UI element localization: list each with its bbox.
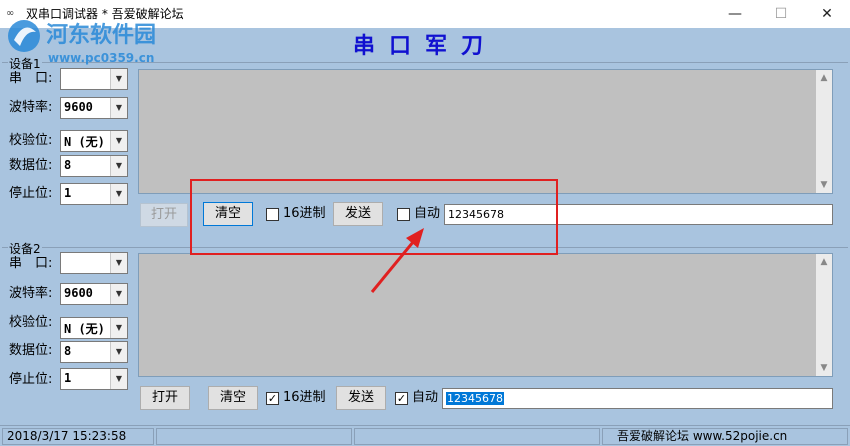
group-border-device1: [2, 62, 848, 63]
device2-hex-label: 16进制: [283, 390, 326, 405]
stopbits-label: 停止位:: [9, 372, 53, 387]
scroll-up-icon[interactable]: ▲: [816, 70, 832, 86]
device1-receive-area[interactable]: ▲ ▼: [138, 69, 833, 194]
select-value: 8: [64, 158, 72, 172]
checkmark-icon: ✓: [396, 392, 407, 405]
port-label: 串 口:: [9, 256, 53, 271]
chevron-down-icon: ▼: [110, 369, 127, 389]
device2-parity-select[interactable]: N (无) ▼: [60, 317, 128, 339]
select-value: 9600: [64, 286, 93, 300]
annotation-highlight-box: [190, 179, 558, 255]
device1-parity-select[interactable]: N (无) ▼: [60, 130, 128, 152]
port-label: 串 口:: [9, 71, 53, 86]
device1-open-button[interactable]: 打开: [140, 203, 188, 227]
scroll-down-icon[interactable]: ▼: [816, 177, 832, 193]
stopbits-label: 停止位:: [9, 186, 53, 201]
baud-label: 波特率:: [9, 286, 53, 301]
device1-stopbits-select[interactable]: 1 ▼: [60, 183, 128, 205]
device2-port-select[interactable]: ▼: [60, 252, 128, 274]
databits-label: 数据位:: [9, 158, 53, 173]
app-icon: ∞: [6, 8, 15, 19]
databits-label: 数据位:: [9, 343, 53, 358]
device2-baud-select[interactable]: 9600 ▼: [60, 283, 128, 305]
status-cell-empty: [156, 428, 352, 445]
device1-port-select[interactable]: ▼: [60, 68, 128, 90]
device2-send-input[interactable]: 12345678: [442, 388, 833, 409]
parity-label: 校验位:: [9, 315, 53, 330]
device2-stopbits-select[interactable]: 1 ▼: [60, 368, 128, 390]
status-credit: 吾爱破解论坛 www.52pojie.cn: [602, 428, 848, 445]
scroll-down-icon[interactable]: ▼: [816, 360, 832, 376]
chevron-down-icon: ▼: [110, 131, 127, 151]
device2-receive-area[interactable]: ▲ ▼: [138, 253, 833, 377]
chevron-down-icon: ▼: [110, 318, 127, 338]
status-datetime: 2018/3/17 15:23:58: [2, 428, 154, 445]
baud-label: 波特率:: [9, 100, 53, 115]
maximize-button[interactable]: ☐: [758, 0, 804, 28]
chevron-down-icon: ▼: [110, 342, 127, 362]
device1-baud-select[interactable]: 9600 ▼: [60, 97, 128, 119]
chevron-down-icon: ▼: [110, 184, 127, 204]
device2-open-button[interactable]: 打开: [140, 386, 190, 410]
device2-auto-checkbox[interactable]: ✓: [395, 392, 408, 405]
device2-hex-checkbox[interactable]: ✓: [266, 392, 279, 405]
select-value: N (无): [64, 135, 105, 149]
device2-clear-button[interactable]: 清空: [208, 386, 258, 410]
select-value: 9600: [64, 100, 93, 114]
chevron-down-icon: ▼: [110, 69, 127, 89]
parity-label: 校验位:: [9, 133, 53, 148]
device2-send-button[interactable]: 发送: [336, 386, 386, 410]
scroll-up-icon[interactable]: ▲: [816, 254, 832, 270]
send-input-text: 12345678: [446, 392, 504, 405]
select-value: 8: [64, 344, 72, 358]
minimize-button[interactable]: —: [712, 0, 758, 28]
chevron-down-icon: ▼: [110, 156, 127, 176]
chevron-down-icon: ▼: [110, 98, 127, 118]
status-cell-empty: [354, 428, 600, 445]
banner-title: 串口军刀: [352, 33, 497, 59]
device2-auto-label: 自动: [412, 390, 439, 405]
chevron-down-icon: ▼: [110, 284, 127, 304]
select-value: N (无): [64, 322, 105, 336]
select-value: 1: [64, 371, 72, 385]
device2-databits-select[interactable]: 8 ▼: [60, 341, 128, 363]
select-value: 1: [64, 186, 72, 200]
chevron-down-icon: ▼: [110, 253, 127, 273]
checkmark-icon: ✓: [267, 392, 278, 405]
scrollbar[interactable]: ▲ ▼: [816, 254, 832, 376]
scrollbar[interactable]: ▲ ▼: [816, 70, 832, 193]
window-title: 双串口调试器 * 吾爱破解论坛: [26, 7, 184, 21]
close-button[interactable]: ✕: [804, 0, 850, 28]
device1-databits-select[interactable]: 8 ▼: [60, 155, 128, 177]
